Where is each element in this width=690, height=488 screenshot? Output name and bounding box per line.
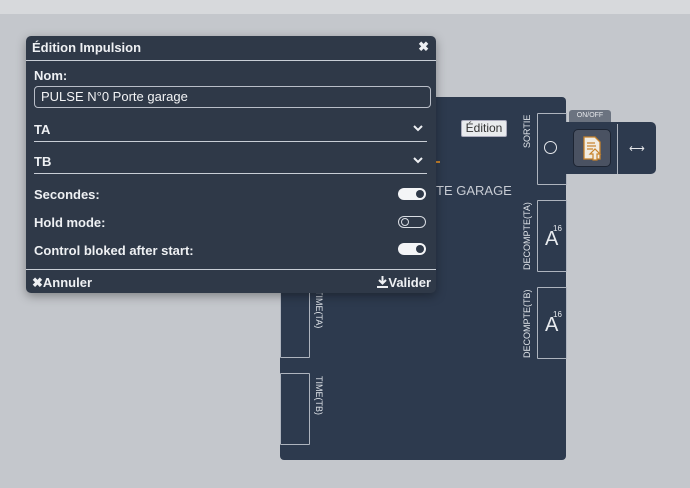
edit-pulse-dialog: Édition Impulsion ✖ Nom: TA TB Secondes:… [26, 36, 436, 293]
hold-mode-toggle[interactable] [398, 216, 426, 228]
decompte-tb-exp: 16 [553, 310, 562, 319]
seconds-label: Secondes: [34, 187, 100, 202]
chevron-down-icon [413, 125, 423, 132]
footer-divider [26, 269, 436, 270]
name-label: Nom: [34, 68, 68, 83]
dialog-title: Édition Impulsion [32, 40, 142, 55]
header-divider [26, 60, 436, 61]
decompte-ta-label: DECOMPTE(TA) [522, 202, 532, 270]
ta-select-underline [34, 141, 427, 142]
time-ta-label: TIME(TA) [314, 290, 324, 329]
close-icon[interactable]: ✖ [418, 39, 429, 55]
time-ta-slot[interactable] [280, 286, 310, 358]
panel-divider [617, 124, 618, 174]
cancel-x-icon: ✖ [32, 275, 43, 290]
chevron-down-icon [413, 157, 423, 164]
widget-title: TE GARAGE [436, 183, 512, 198]
top-bar [0, 0, 690, 14]
onoff-tab: ON/OFF [569, 110, 611, 122]
decompte-tb-label: DECOMPTE(TB) [522, 289, 532, 359]
ta-select-label: TA [34, 122, 51, 137]
time-tb-slot[interactable] [280, 373, 310, 445]
document-upload-button[interactable] [573, 129, 611, 167]
cancel-button[interactable]: ✖Annuler [32, 275, 92, 291]
toggle-knob [416, 245, 424, 253]
resize-arrow-icon[interactable]: ⟷ [629, 142, 645, 155]
cancel-label: Annuler [42, 275, 93, 290]
dialog-header: Édition Impulsion ✖ [26, 36, 436, 60]
toggle-knob [416, 190, 424, 198]
download-icon [377, 276, 389, 288]
ta-select[interactable]: TA [34, 120, 427, 142]
time-tb-label: TIME(TB) [314, 376, 324, 415]
toggle-knob [401, 218, 409, 226]
document-upload-icon [583, 136, 602, 161]
circle-indicator-icon [544, 141, 557, 154]
control-blocked-toggle[interactable] [398, 243, 426, 255]
validate-label: Valider [388, 275, 431, 290]
validate-button[interactable]: Valider [377, 275, 431, 290]
decompte-ta-exp: 16 [553, 224, 562, 233]
tb-select-underline [34, 173, 427, 174]
name-input[interactable] [34, 86, 431, 108]
tb-select-label: TB [34, 154, 52, 169]
control-blocked-label: Control bloked after start: [34, 243, 194, 258]
tb-select[interactable]: TB [34, 152, 427, 174]
seconds-toggle[interactable] [398, 188, 426, 200]
sortie-label: SORTIE [522, 114, 532, 148]
edit-button[interactable]: Édition [461, 120, 507, 137]
hold-mode-label: Hold mode: [34, 215, 106, 230]
